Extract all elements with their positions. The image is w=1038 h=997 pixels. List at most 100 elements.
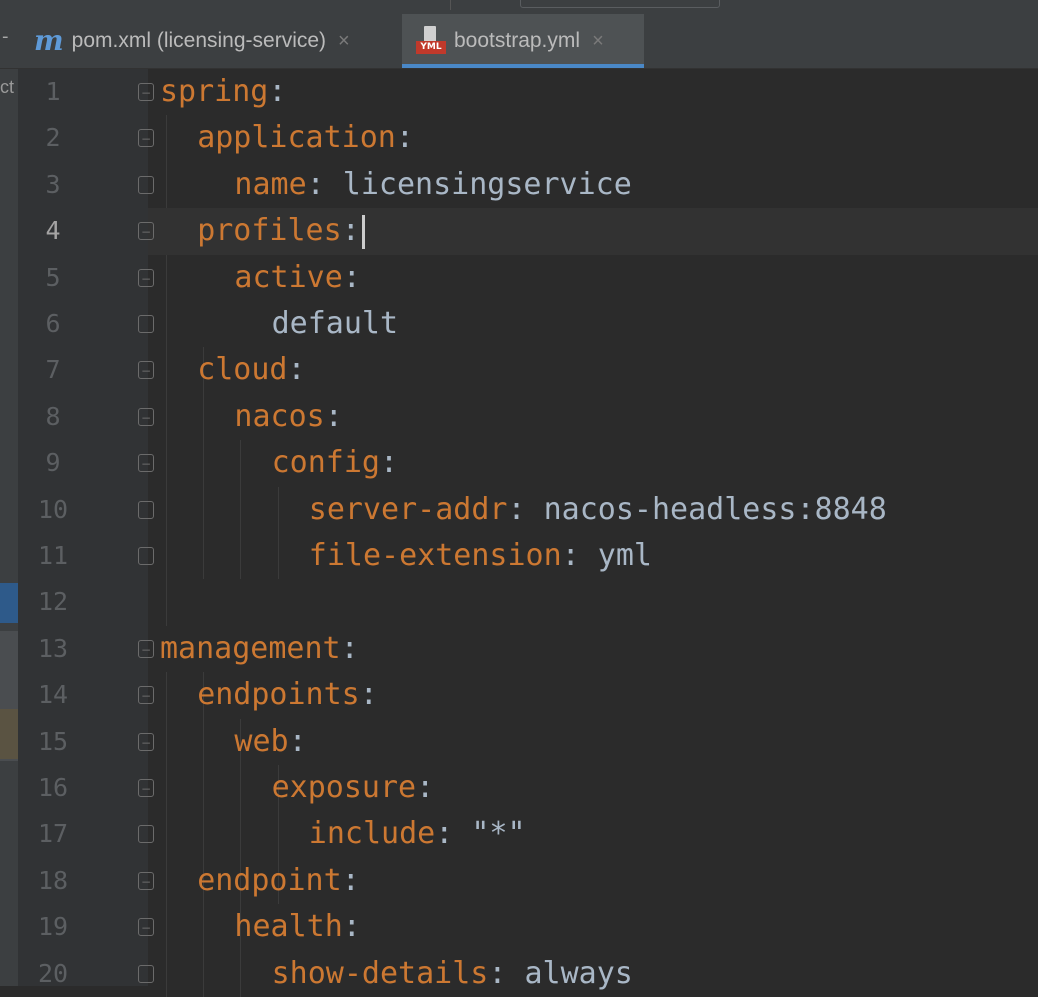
line-number[interactable]: 13 [18, 626, 88, 672]
code-editor[interactable]: 1− spring: 2− application: 3 name: licensings… [18, 69, 1038, 997]
code-line[interactable]: 3 name: licensingservice [18, 162, 1038, 208]
line-number[interactable]: 12 [18, 579, 88, 625]
fold-expand-icon[interactable]: − [138, 129, 154, 148]
yaml-colon: : [435, 816, 454, 852]
line-number[interactable]: 11 [18, 533, 88, 579]
yaml-key: nacos [234, 398, 325, 434]
tab-bootstrap-yml[interactable]: YML bootstrap.yml × [402, 14, 644, 68]
line-number[interactable]: 9 [18, 440, 88, 486]
fold-expand-icon[interactable]: − [138, 454, 154, 473]
yaml-key: endpoints [197, 677, 360, 713]
toolbar-field[interactable] [520, 0, 720, 8]
code-line[interactable]: 5 − active: [18, 255, 1038, 301]
yaml-entry: management: [160, 626, 359, 672]
code-line[interactable]: 13 − management: [18, 626, 1038, 672]
yaml-colon: : [288, 723, 307, 759]
yaml-key: health [234, 909, 343, 945]
line-number[interactable]: 1 [18, 69, 88, 115]
fold-end-icon[interactable] [138, 964, 154, 983]
yaml-key: server-addr [308, 491, 508, 527]
code-line[interactable]: 10 server-addr: nacos-headless:8848 [18, 487, 1038, 533]
line-number[interactable]: 8 [18, 394, 88, 440]
yaml-value: nacos-headless:8848 [525, 491, 887, 527]
line-number[interactable]: 16 [18, 765, 88, 811]
fold-expand-icon[interactable]: − [138, 268, 154, 287]
line-number[interactable]: 19 [18, 904, 88, 950]
yaml-key: config [271, 445, 380, 481]
yaml-colon: : [488, 955, 507, 991]
fold-expand-icon[interactable]: − [138, 779, 154, 797]
yaml-key: show-details [271, 955, 489, 991]
code-line[interactable]: 1 − spring: [18, 69, 1038, 115]
tab-label: bootstrap.yml [454, 29, 581, 52]
code-line[interactable]: 12 [18, 579, 1038, 625]
strip-marker [0, 709, 18, 759]
yaml-key: management [160, 630, 341, 666]
yaml-key: file-extension [308, 538, 562, 573]
tab-label: pom.xml (licensing-service) [71, 29, 327, 52]
fold-expand-icon[interactable]: − [138, 639, 154, 658]
close-icon[interactable]: × [592, 30, 604, 53]
line-number[interactable]: 14 [18, 672, 88, 718]
project-tool-window-strip[interactable]: ct [0, 69, 18, 986]
fold-end-icon[interactable] [138, 825, 154, 844]
code-line[interactable]: 20 show-details: always [18, 951, 1038, 997]
line-number[interactable]: 6 [18, 301, 88, 347]
line-number[interactable]: 5 [18, 255, 88, 301]
yaml-colon: : [340, 630, 359, 666]
fold-end-icon[interactable] [138, 315, 154, 333]
line-number[interactable]: 10 [18, 487, 88, 533]
fold-end-icon[interactable] [138, 547, 154, 565]
yaml-colon: : [379, 445, 399, 481]
fold-expand-icon[interactable]: − [138, 222, 154, 241]
code-line[interactable]: 17 include: "*" [18, 811, 1038, 857]
tab-scroll-left-icon[interactable]: ‐ [2, 26, 9, 47]
fold-expand-icon[interactable]: − [138, 83, 154, 101]
project-strip-label: ct [0, 77, 15, 97]
code-line[interactable]: 11 file-extension: yml [18, 533, 1038, 579]
yaml-entry: server-addr: nacos-headless:8848 [309, 487, 887, 533]
yaml-entry: endpoints: [197, 672, 378, 718]
code-line[interactable]: 6 default [18, 301, 1038, 347]
line-number[interactable]: 17 [18, 811, 88, 857]
yaml-colon: : [342, 259, 361, 295]
yaml-entry: web: [234, 719, 306, 765]
tab-pom-xml[interactable]: m pom.xml (licensing-service) × [34, 14, 400, 68]
line-number[interactable]: 4 [18, 208, 88, 254]
code-line[interactable]: 19 − health: [18, 904, 1038, 950]
fold-end-icon[interactable] [138, 500, 154, 519]
fold-expand-icon[interactable]: − [138, 918, 154, 937]
fold-expand-icon[interactable]: − [138, 732, 154, 751]
line-number[interactable]: 20 [18, 951, 88, 997]
fold-expand-icon[interactable]: − [138, 407, 154, 426]
code-line[interactable]: 16 − exposure: [18, 765, 1038, 811]
strip-marker [0, 583, 18, 623]
code-line[interactable]: 2 − application: [18, 115, 1038, 161]
yaml-entry: spring: [160, 69, 286, 115]
line-number[interactable]: 18 [18, 858, 88, 904]
fold-expand-icon[interactable]: − [138, 686, 154, 705]
yaml-entry: profiles: [197, 208, 365, 254]
code-line[interactable]: 9 − config: [18, 440, 1038, 486]
yaml-entry: endpoint: [197, 858, 360, 904]
fold-end-icon[interactable] [138, 175, 154, 194]
yaml-colon: : [395, 120, 414, 156]
fold-expand-icon[interactable]: − [138, 361, 154, 380]
fold-expand-icon[interactable]: − [138, 871, 154, 890]
code-line[interactable]: 18 − endpoint: [18, 858, 1038, 904]
yaml-value: always [506, 955, 633, 991]
line-number[interactable]: 2 [18, 115, 88, 161]
yaml-key: name [234, 166, 307, 202]
line-number[interactable]: 7 [18, 347, 88, 393]
code-line[interactable]: 8 − nacos: [18, 394, 1038, 440]
code-line[interactable]: 15 − web: [18, 719, 1038, 765]
close-icon[interactable]: × [338, 30, 350, 53]
code-line[interactable]: 7 − cloud: [18, 347, 1038, 393]
code-line[interactable]: 14 − endpoints: [18, 672, 1038, 718]
yaml-entry: cloud: [197, 347, 305, 393]
line-number[interactable]: 3 [18, 162, 88, 208]
yaml-entry: exposure: [272, 765, 435, 811]
yaml-key: active [234, 259, 343, 295]
line-number[interactable]: 15 [18, 719, 88, 765]
code-line[interactable]: 4 − profiles: [18, 208, 1038, 255]
